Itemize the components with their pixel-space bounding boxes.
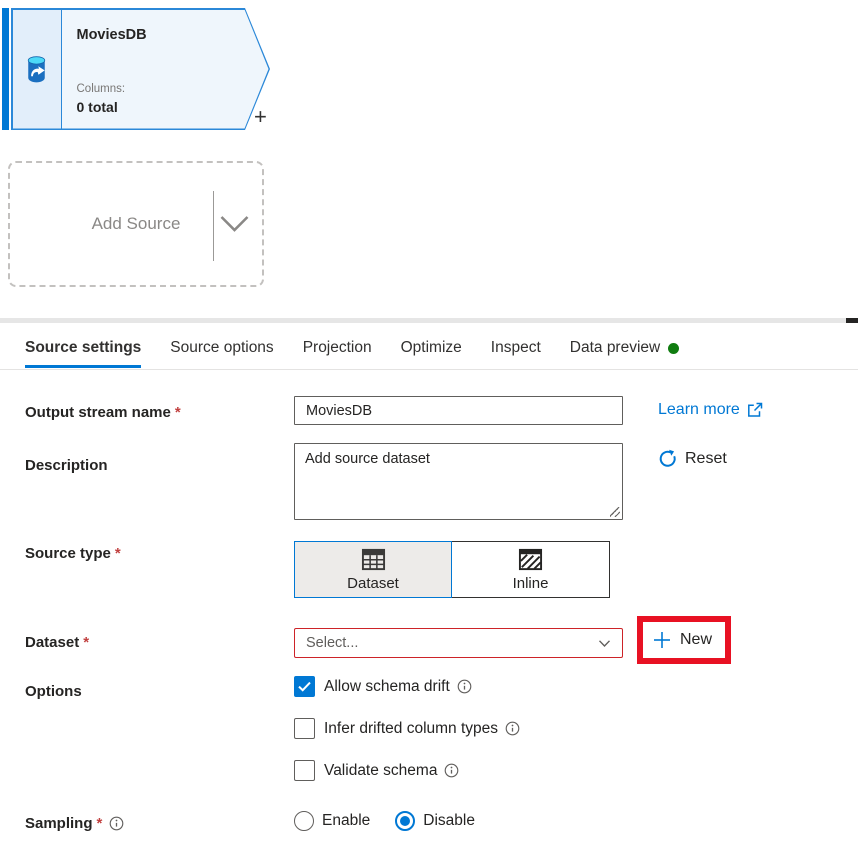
sampling-enable-radio[interactable]: Enable (294, 811, 370, 831)
source-node-icon-panel (13, 10, 62, 129)
node-columns-label: Columns: (77, 83, 126, 95)
database-source-icon (20, 53, 53, 86)
node-columns-count: 0 total (77, 99, 118, 115)
new-button-highlight-box: New (637, 616, 731, 664)
node-title: MoviesDB (77, 27, 147, 43)
tab-source-options[interactable]: Source options (170, 333, 273, 368)
add-next-transform-button[interactable]: + (254, 104, 267, 130)
radio-selected[interactable] (395, 811, 415, 831)
description-textarea[interactable]: Add source dataset (294, 443, 623, 520)
info-icon[interactable] (109, 816, 124, 831)
checkmark-icon (298, 681, 311, 692)
inline-dataset-icon (518, 547, 543, 572)
output-stream-name-label: Output stream name* (25, 404, 181, 421)
checkbox-unchecked[interactable] (294, 760, 315, 781)
checkbox-unchecked[interactable] (294, 718, 315, 739)
source-type-inline-button[interactable]: Inline (452, 541, 610, 598)
required-asterisk: * (83, 634, 89, 651)
infer-drifted-column-types-checkbox-row[interactable]: Infer drifted column types (294, 718, 520, 739)
reset-button[interactable]: Reset (658, 449, 727, 469)
output-stream-name-input[interactable] (294, 396, 623, 425)
node-selection-bar (2, 8, 9, 130)
chevron-down-icon (598, 639, 611, 648)
sampling-disable-radio[interactable]: Disable (395, 811, 475, 831)
tab-projection[interactable]: Projection (303, 333, 372, 368)
dataset-label: Dataset* (25, 634, 89, 651)
sampling-radio-group: Enable Disable (294, 811, 475, 831)
horizontal-scrollbar-thumb[interactable] (846, 318, 858, 323)
required-asterisk: * (97, 815, 103, 832)
info-icon[interactable] (505, 721, 520, 736)
external-link-icon (747, 402, 763, 418)
required-asterisk: * (115, 545, 121, 562)
learn-more-link[interactable]: Learn more (658, 401, 763, 419)
data-preview-status-dot (668, 343, 679, 354)
dataset-table-icon (361, 547, 386, 572)
description-field-wrap: Add source dataset (294, 443, 623, 520)
tab-bar-divider (0, 369, 858, 370)
new-dataset-button[interactable]: New (643, 622, 725, 658)
description-label: Description (25, 457, 108, 474)
tab-optimize[interactable]: Optimize (401, 333, 462, 368)
tab-source-settings[interactable]: Source settings (25, 333, 141, 368)
source-node-body: MoviesDB Columns: 0 total (13, 10, 269, 129)
source-type-dataset-button[interactable]: Dataset (294, 541, 452, 598)
sampling-label: Sampling* (25, 815, 124, 832)
checkbox-checked[interactable] (294, 676, 315, 697)
info-icon[interactable] (457, 679, 472, 694)
info-icon[interactable] (444, 763, 459, 778)
source-node[interactable]: MoviesDB Columns: 0 total (11, 8, 270, 130)
add-source-divider (213, 191, 214, 261)
required-asterisk: * (175, 404, 181, 421)
horizontal-scrollbar (0, 318, 858, 323)
source-type-toggle-group: Dataset Inline (294, 541, 610, 598)
dataset-select-dropdown[interactable]: Select... (294, 628, 623, 658)
add-source-button[interactable]: Add Source (8, 161, 264, 287)
radio-unselected[interactable] (294, 811, 314, 831)
tab-data-preview[interactable]: Data preview (570, 333, 679, 368)
reset-icon (658, 449, 678, 469)
plus-icon (653, 631, 671, 649)
tab-inspect[interactable]: Inspect (491, 333, 541, 368)
dataset-select-placeholder: Select... (306, 635, 358, 651)
settings-tab-bar: Source settings Source options Projectio… (25, 333, 679, 368)
chevron-down-icon[interactable] (219, 215, 250, 234)
options-label: Options (25, 683, 82, 700)
add-source-label: Add Source (92, 214, 181, 234)
source-type-label: Source type* (25, 545, 121, 562)
validate-schema-checkbox-row[interactable]: Validate schema (294, 760, 459, 781)
allow-schema-drift-checkbox-row[interactable]: Allow schema drift (294, 676, 472, 697)
dataflow-source-settings-screen: MoviesDB Columns: 0 total + Add Source S… (0, 0, 858, 856)
